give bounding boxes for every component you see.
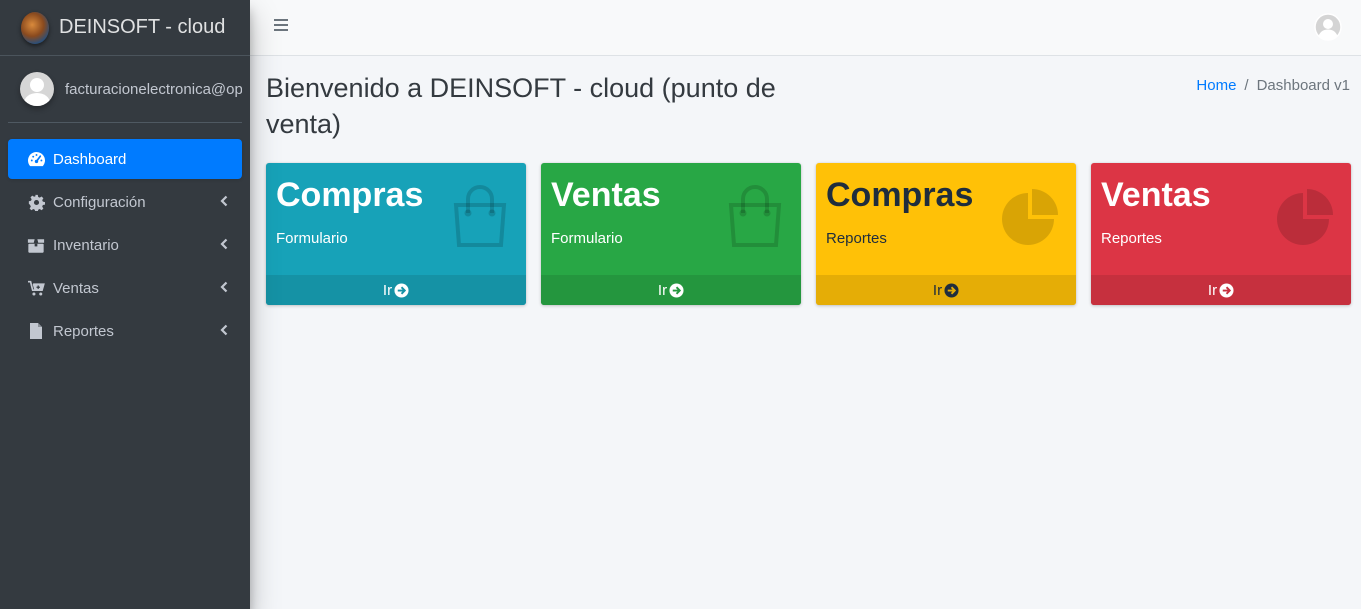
gear-icon (26, 192, 46, 212)
shopping-bag-icon (448, 183, 512, 249)
arrow-circle-right-icon (394, 282, 409, 298)
file-icon (26, 321, 46, 341)
brand-name: DEINSOFT - cloud (59, 16, 226, 38)
chevron-left-icon (220, 194, 228, 211)
breadcrumb-home-link[interactable]: Home (1196, 77, 1236, 94)
sidebar-item-label: Inventario (53, 236, 119, 254)
sidebar-item-label: Configuración (53, 193, 146, 211)
chevron-left-icon (220, 237, 228, 254)
box-icon (26, 235, 46, 255)
small-box-ventas-formulario: Ventas Formulario Ir (541, 163, 801, 305)
arrow-circle-right-icon (669, 282, 684, 298)
chevron-left-icon (220, 323, 228, 340)
small-box-compras-reportes: Compras Reportes Ir (816, 163, 1076, 305)
brand-link[interactable]: DEINSOFT - cloud (0, 0, 250, 56)
sidebar-item-label: Ventas (53, 279, 99, 297)
box-footer-label: Ir (932, 281, 943, 299)
arrow-circle-right-icon (944, 282, 959, 298)
tachometer-icon (26, 149, 46, 169)
sidebar-item-label: Reportes (53, 322, 114, 340)
sidebar-item-dashboard[interactable]: Dashboard (8, 139, 242, 179)
small-box-compras-formulario: Compras Formulario Ir (266, 163, 526, 305)
sidebar-item-reportes[interactable]: Reportes (8, 311, 242, 351)
pie-chart-icon (998, 183, 1062, 249)
breadcrumb-separator: / (1244, 77, 1249, 94)
chevron-left-icon (220, 280, 228, 297)
box-footer-label: Ir (657, 281, 668, 299)
cart-icon (26, 278, 46, 298)
sidebar-item-ventas[interactable]: Ventas (8, 268, 242, 308)
box-footer-link[interactable]: Ir (816, 275, 1076, 305)
sidebar-item-configuracion[interactable]: Configuración (8, 182, 242, 222)
user-name: facturacionelectronica@op (65, 80, 242, 98)
sidebar-item-label: Dashboard (53, 150, 127, 168)
top-navbar (250, 0, 1361, 56)
arrow-circle-right-icon (1219, 282, 1234, 298)
user-avatar-icon[interactable] (1314, 13, 1342, 41)
sidebar: DEINSOFT - cloud facturacionelectronica@… (0, 0, 250, 609)
breadcrumb-current: Dashboard v1 (1256, 77, 1350, 94)
menu-toggle-icon[interactable] (274, 19, 288, 33)
sidebar-item-inventario[interactable]: Inventario (8, 225, 242, 265)
sidebar-nav: Dashboard Configuración Inventario Venta… (0, 123, 250, 351)
box-footer-link[interactable]: Ir (541, 275, 801, 305)
box-footer-link[interactable]: Ir (266, 275, 526, 305)
box-footer-label: Ir (382, 281, 393, 299)
page-title: Bienvenido a DEINSOFT - cloud (punto de … (266, 73, 776, 139)
small-box-ventas-reportes: Ventas Reportes Ir (1091, 163, 1351, 305)
box-footer-link[interactable]: Ir (1091, 275, 1351, 305)
pie-chart-icon (1273, 183, 1337, 249)
user-panel[interactable]: facturacionelectronica@op (8, 56, 242, 123)
brand-logo (21, 11, 49, 44)
breadcrumb: Home / Dashboard v1 (1196, 77, 1350, 94)
avatar (20, 72, 54, 106)
box-footer-label: Ir (1207, 281, 1218, 299)
shopping-bag-icon (723, 183, 787, 249)
